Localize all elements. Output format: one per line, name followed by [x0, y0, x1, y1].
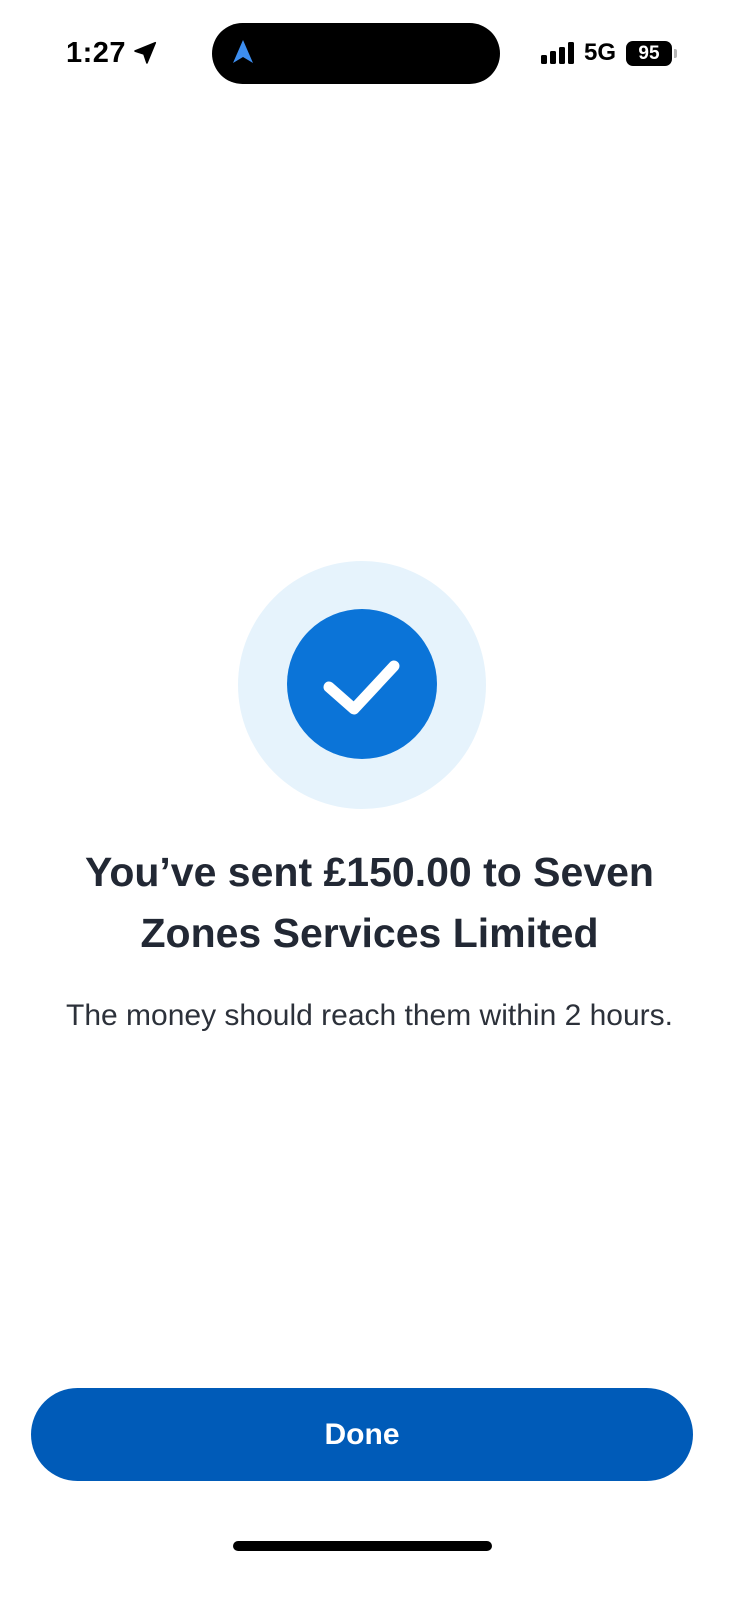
time-group: 1:27	[66, 33, 158, 73]
confirmation-message: The money should reach them within 2 hou…	[66, 999, 673, 1032]
navigation-arrow-icon	[233, 40, 253, 63]
cellular-signal-icon	[540, 42, 574, 64]
status-bar: 1:27 5G 95	[0, 0, 739, 100]
status-time: 1:27	[66, 36, 127, 69]
confirmation-headline: You’ve sent £150.00 to Seven Zones Servi…	[85, 849, 654, 956]
done-button[interactable]: Done	[31, 1388, 693, 1481]
home-indicator[interactable]	[233, 1541, 492, 1551]
checkmark-icon	[323, 660, 400, 715]
battery-cap	[674, 48, 677, 58]
status-indicators: 5G 95	[540, 36, 677, 70]
payment-confirmation-screen: 1:27 5G 95 You’ve sent £150.00 to Seven …	[0, 0, 739, 1600]
location-arrow-icon	[134, 41, 157, 64]
success-icon-ring	[238, 561, 486, 809]
success-icon-circle	[287, 609, 437, 759]
network-type: 5G	[583, 39, 616, 66]
battery-icon: 95	[626, 40, 672, 66]
battery-level: 95	[638, 42, 660, 64]
dynamic-island[interactable]	[212, 23, 500, 84]
